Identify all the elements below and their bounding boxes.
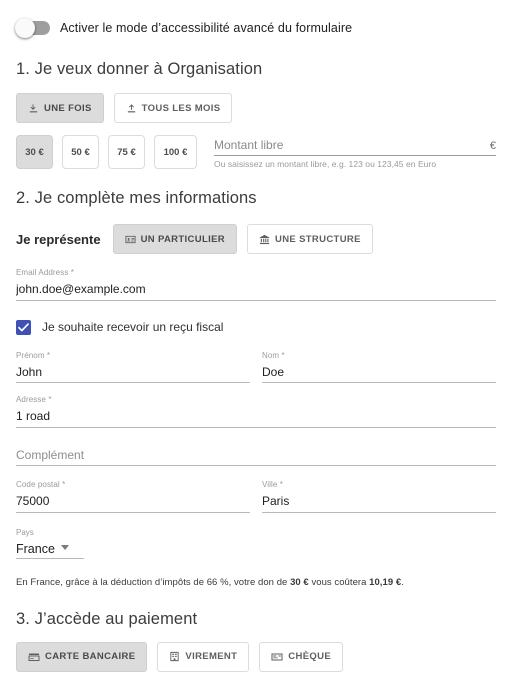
free-amount-hint: Ou saisissez un montant libre, e.g. 123 … [214,159,437,169]
euro-symbol: € [489,140,496,152]
amount-option-75[interactable]: 75 € [108,135,145,169]
bank-icon [259,234,270,245]
address-field-label: Adresse * [16,395,52,404]
receipt-checkbox-label: Je souhaite recevoir un reçu fiscal [42,320,224,334]
firstname-field-label: Prénom * [16,350,51,360]
payment-option-virement[interactable]: VIREMENT [157,641,250,672]
payment-option-label: CHÈQUE [288,651,332,662]
email-field: Email Address * [16,268,496,301]
donation-form-page: Activer le mode d’accessibilité avancé d… [0,0,512,673]
tax-note-prefix: En France, grâce à la déduction d’impôts… [16,576,291,588]
payment-method-group: CARTE BANCAIRE VIREMENT CHÈQUE [16,641,496,672]
represent-option-label: UN PARTICULIER [140,233,225,245]
free-amount-field: Montant libre € Ou saisissez un montant … [214,135,496,169]
frequency-option-une-fois[interactable]: UNE FOIS [16,93,104,123]
city-field-label: Ville * [262,480,284,489]
lastname-input[interactable] [262,363,496,383]
receipt-checkbox-row: Je souhaite recevoir un reçu fiscal [16,319,496,335]
frequency-option-tous-les-mois[interactable]: TOUS LES MOIS [113,93,233,123]
frequency-button-group: UNE FOIS TOUS LES MOIS [16,93,496,123]
postcode-field-label: Code postal * [16,480,66,489]
tax-note-middle: vous coûtera [308,576,370,588]
name-fields-row: Prénom * Nom * [16,350,496,383]
address2-field [16,446,496,466]
country-selected-value: France [16,541,55,556]
address2-input[interactable] [16,446,496,466]
amount-option-50[interactable]: 50 € [62,135,99,169]
accessibility-toggle-row: Activer le mode d’accessibilité avancé d… [15,0,496,56]
city-input[interactable] [262,492,496,513]
section-3-title: 3. J’accède au paiement [16,609,198,628]
accessibility-toggle-switch[interactable] [15,18,50,38]
chevron-down-icon [60,545,69,550]
receipt-checkbox[interactable] [16,319,31,335]
email-field-label: Email Address * [16,268,74,277]
represent-label: Je représente [16,231,101,247]
free-amount-input-line[interactable]: Montant libre € [214,138,496,156]
address-field: Adresse * [16,395,496,428]
accessibility-toggle-label: Activer le mode d’accessibilité avancé d… [60,21,353,35]
download-arrow-icon [28,103,39,114]
payment-option-cheque[interactable]: CHÈQUE [259,641,344,672]
bank-transfer-icon [169,651,180,662]
country-field-label: Pays [16,527,34,537]
amount-option-30[interactable]: 30 € [16,135,53,169]
firstname-input[interactable] [16,363,250,383]
postcode-input[interactable] [16,492,250,513]
lastname-field: Nom * [262,350,496,383]
address-input[interactable] [16,407,496,428]
toggle-knob [15,18,35,38]
payment-option-label: CARTE BANCAIRE [45,651,136,662]
tax-note-net: 10,19 € [369,576,402,588]
tax-note-amount: 30 € [290,576,309,588]
amount-option-100[interactable]: 100 € [154,135,197,169]
city-field: Ville * [262,480,496,513]
id-card-icon [125,234,136,245]
firstname-field: Prénom * [16,350,250,383]
country-field: Pays France [16,528,126,559]
lastname-field-label: Nom * [262,350,285,360]
tax-note-suffix: . [401,576,404,588]
free-amount-placeholder: Montant libre [214,138,284,152]
represent-button-group: Je représente UN PARTICULIER UNE STRUCTU… [16,224,496,254]
represent-option-particulier[interactable]: UN PARTICULIER [112,224,237,254]
postcode-field: Code postal * [16,480,250,513]
email-input[interactable] [16,280,496,301]
payment-option-label: VIREMENT [185,651,238,662]
upload-arrow-icon [126,103,137,114]
section-1-title: 1. Je veux donner à Organisation [16,60,263,78]
frequency-option-label: TOUS LES MOIS [141,102,221,114]
represent-option-structure[interactable]: UNE STRUCTURE [246,224,373,254]
represent-option-label: UNE STRUCTURE [274,233,361,245]
postcode-city-row: Code postal * Ville * [16,480,496,513]
section-2-title: 2. Je complète mes informations [16,189,257,207]
amount-button-group: 30 € 50 € 75 € 100 € Montant libre € Ou … [16,135,496,169]
credit-card-icon [28,651,40,663]
cheque-icon [271,651,283,663]
country-select[interactable]: France [16,542,84,559]
tax-deduction-note: En France, grâce à la déduction d’impôts… [16,577,496,588]
payment-option-carte-bancaire[interactable]: CARTE BANCAIRE [16,641,148,672]
frequency-option-label: UNE FOIS [44,102,92,114]
